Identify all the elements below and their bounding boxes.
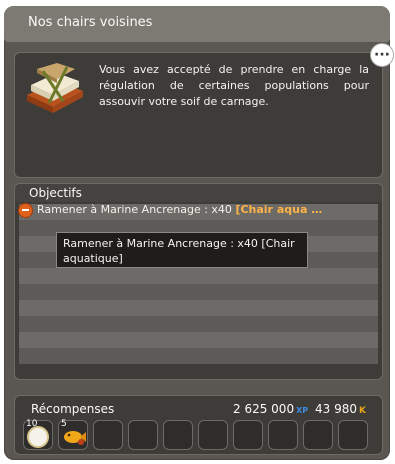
objective-row — [19, 300, 378, 316]
item-quantity: 10 — [26, 419, 38, 429]
quest-book-icon — [27, 63, 83, 113]
chat-bubble-icon[interactable]: ··· — [370, 43, 394, 67]
objective-item-link[interactable]: [Chair aqua … — [235, 203, 322, 216]
objectives-rows — [19, 204, 378, 375]
rewards-title: Récompenses — [31, 402, 115, 416]
window-title: Nos chairs voisines — [28, 15, 153, 30]
fish-dish-icon — [64, 431, 86, 445]
quest-description-text: Vous avez accepté de prendre en charge l… — [99, 63, 369, 108]
reward-slot-empty[interactable] — [128, 420, 158, 450]
objective-row — [19, 268, 378, 284]
reward-slot-empty[interactable] — [93, 420, 123, 450]
xp-value: 2 625 000 — [233, 402, 295, 416]
objective-row — [19, 348, 378, 364]
reward-slot[interactable]: 5 — [58, 419, 88, 450]
title-bar[interactable]: Nos chairs voisines — [4, 6, 390, 42]
objective-tooltip: Ramener à Marine Ancrenage : x40 [Chair … — [56, 232, 308, 268]
objective-text: Ramener à Marine Ancrenage : x40 — [37, 203, 236, 216]
reward-slot[interactable]: 10 — [23, 419, 53, 450]
reward-slot-empty[interactable] — [163, 420, 193, 450]
reward-slot-empty[interactable] — [303, 420, 333, 450]
objective-row — [19, 316, 378, 332]
rewards-xp: 2 625 000 XP — [233, 402, 308, 416]
objective-item[interactable]: Ramener à Marine Ancrenage : x40 [Chair … — [14, 201, 376, 219]
kamas-value: 43 980 — [315, 402, 357, 416]
objective-row — [19, 284, 378, 300]
objectives-header: Objectifs — [15, 184, 382, 202]
item-quantity: 5 — [61, 419, 67, 429]
reward-slots: 10 5 — [23, 419, 368, 450]
reward-slot-empty[interactable] — [338, 420, 368, 450]
reward-slot-empty[interactable] — [268, 420, 298, 450]
objective-status-icon — [18, 202, 33, 218]
reward-slot-empty[interactable] — [198, 420, 228, 450]
xp-icon: XP — [296, 406, 309, 415]
rewards-panel: Récompenses 2 625 000 XP 43 980 K 10 5 — [14, 395, 383, 455]
kamas-icon: K — [359, 406, 366, 416]
reward-slot-empty[interactable] — [233, 420, 263, 450]
quest-description-panel: Vous avez accepté de prendre en charge l… — [14, 52, 383, 178]
plate-icon — [27, 426, 49, 448]
objective-row — [19, 332, 378, 348]
rewards-kamas: 43 980 K — [315, 402, 366, 416]
